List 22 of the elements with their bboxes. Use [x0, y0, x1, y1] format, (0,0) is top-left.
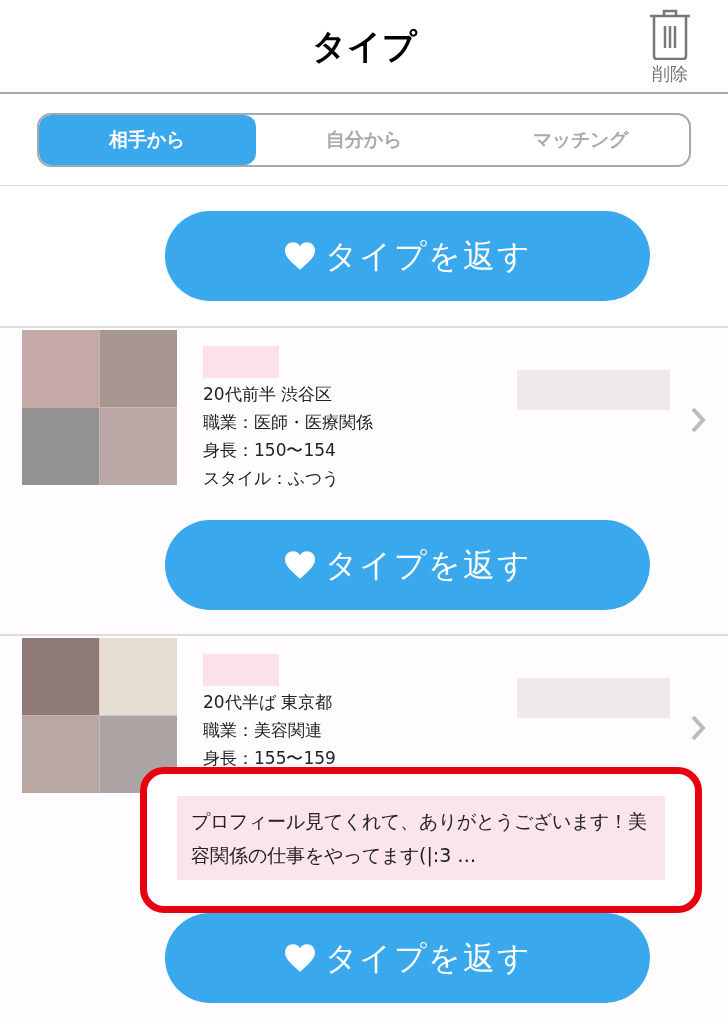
heart-icon — [282, 943, 317, 973]
chevron-right-icon — [690, 714, 706, 742]
heart-icon — [282, 241, 317, 271]
return-type-button[interactable]: タイプを返す — [164, 913, 650, 1003]
tab[interactable]: 相手から — [39, 114, 256, 165]
profile-detail: 職業：美容関連 — [203, 719, 323, 742]
trash-icon — [648, 8, 692, 60]
profile-detail: 20代半ば 東京都 — [203, 691, 334, 714]
message-bubble: プロフィール見てくれて、ありがとうございます！美容関係の仕事をやってます(|:3 … — [177, 796, 665, 880]
profile-detail: 職業：医師・医療関係 — [203, 411, 373, 434]
delete-button[interactable]: 削除 — [648, 8, 692, 87]
tab[interactable]: 自分から — [255, 114, 473, 165]
tab[interactable]: マッチング — [472, 114, 689, 165]
chevron-right-icon — [690, 406, 706, 434]
profile-detail: スタイル：ふつう — [203, 467, 340, 490]
profile-detail: 20代前半 渋谷区 — [203, 383, 334, 406]
return-type-button[interactable]: タイプを返す — [164, 211, 650, 301]
heart-icon — [282, 550, 317, 580]
page-title: タイプ — [311, 24, 417, 68]
profile-detail: 身長：155〜159 — [203, 747, 336, 770]
return-type-button[interactable]: タイプを返す — [164, 520, 650, 610]
profile-detail: 身長：150〜154 — [203, 439, 337, 462]
